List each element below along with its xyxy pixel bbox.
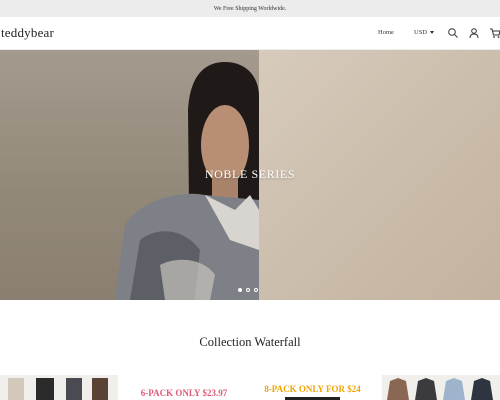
promo-tile-six-pack[interactable]: 6-PACK ONLY $23.97 (125, 375, 243, 400)
carousel-dot-1[interactable] (238, 288, 242, 292)
pants-product-image[interactable] (0, 375, 118, 400)
jackets-product-image[interactable] (382, 375, 500, 400)
carousel-dot-3[interactable] (254, 288, 258, 292)
site-header: teddybear Home USD (0, 17, 500, 50)
announcement-bar: We Free Shipping Worldwide. (0, 0, 500, 17)
carousel-dot-2[interactable] (246, 288, 250, 292)
currency-label: USD (414, 29, 428, 36)
hero-title: NOBLE SERIES (204, 167, 296, 181)
promo-text-six-pack: 6-PACK ONLY $23.97 (140, 388, 228, 398)
announcement-text: We Free Shipping Worldwide. (213, 5, 287, 12)
nav-home-link[interactable]: Home (378, 29, 394, 36)
account-icon[interactable] (468, 27, 480, 39)
collection-waterfall: 6-PACK ONLY $23.97 8-PACK ONLY FOR $24 (0, 375, 500, 400)
promo-text-eight-pack: 8-PACK ONLY FOR $24 (264, 384, 361, 394)
section-title: Collection Waterfall (199, 335, 301, 349)
cart-icon[interactable] (489, 27, 500, 39)
currency-selector[interactable]: USD (414, 29, 435, 36)
chevron-down-icon (430, 31, 435, 34)
logo[interactable]: teddybear (1, 25, 54, 41)
hero-banner[interactable]: NOBLE SERIES (0, 50, 500, 300)
search-icon[interactable] (447, 27, 459, 39)
promo-tile-eight-pack[interactable]: 8-PACK ONLY FOR $24 (250, 375, 375, 400)
carousel-dots (238, 288, 258, 292)
